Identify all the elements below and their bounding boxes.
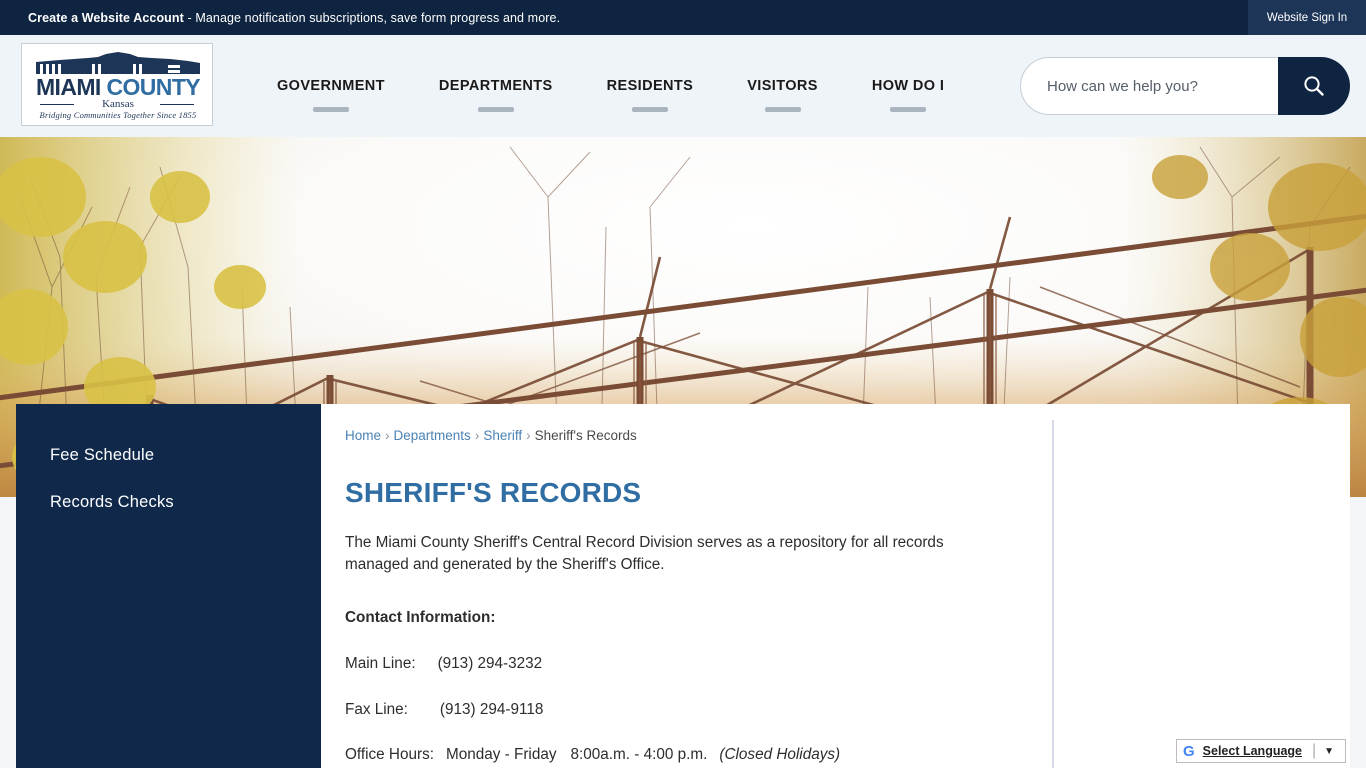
section-sidebar: Fee Schedule Records Checks (16, 404, 321, 768)
nav-item-residents[interactable]: RESIDENTS (580, 78, 721, 112)
site-search (1020, 57, 1350, 115)
office-hours-note: (Closed Holidays) (719, 746, 841, 763)
create-account-rest-text: - Manage notification subscriptions, sav… (183, 10, 561, 25)
main-line-value: (913) 294-3232 (437, 655, 543, 672)
website-sign-in-button[interactable]: Website Sign In (1248, 0, 1366, 35)
nav-item-government[interactable]: GOVERNMENT (250, 78, 412, 112)
nav-item-how-do-i[interactable]: HOW DO I (845, 78, 971, 112)
nav-label-how-do-i: HOW DO I (871, 78, 945, 94)
office-hours-label: Office Hours: (345, 746, 434, 763)
breadcrumb-item-home[interactable]: Home (345, 428, 381, 443)
nav-label-departments: DEPARTMENTS (438, 78, 553, 94)
nav-underline-visitors (764, 107, 801, 112)
search-input[interactable] (1020, 57, 1278, 115)
breadcrumb: Home › Departments › Sheriff › Sheriff's Recor… (345, 428, 637, 443)
select-language-label[interactable]: Select Language (1203, 744, 1302, 758)
logo-rule-right (160, 104, 194, 105)
main-navigation: GOVERNMENT DEPARTMENTS RESIDENTS VISITOR… (250, 35, 971, 137)
google-translate-widget[interactable]: G Select Language | ▼ (1176, 739, 1346, 763)
chevron-down-icon[interactable]: ▼ (1324, 746, 1334, 757)
fax-line-label: Fax Line: (345, 701, 408, 718)
nav-label-residents: RESIDENTS (606, 78, 694, 94)
main-line-label: Main Line: (345, 655, 416, 672)
fax-line-row: Fax Line: (913) 294-9118 (345, 701, 543, 719)
breadcrumb-separator-2: › (474, 428, 480, 443)
create-account-message[interactable]: Create a Website Account - Manage notifi… (28, 11, 560, 25)
nav-label-visitors: VISITORS (747, 78, 818, 94)
sidebar-item-records-checks[interactable]: Records Checks (16, 479, 321, 526)
breadcrumb-item-current: Sheriff's Records (534, 428, 637, 443)
logo-rule-left (40, 104, 74, 105)
logo-title-county: COUNTY (106, 74, 201, 100)
breadcrumb-separator-1: › (385, 428, 390, 443)
logo-title-miami: MIAMI (35, 74, 101, 100)
main-line-row: Main Line: (913) 294-3232 (345, 655, 542, 673)
search-button[interactable] (1278, 57, 1350, 115)
contact-information-heading: Contact Information: (345, 609, 496, 626)
nav-underline-how-do-i (890, 107, 927, 112)
logo-title: MIAMI COUNTY (22, 74, 212, 101)
nav-item-visitors[interactable]: VISITORS (720, 78, 845, 112)
nav-item-departments[interactable]: DEPARTMENTS (412, 78, 580, 112)
fax-line-value: (913) 294-9118 (439, 701, 544, 718)
intro-paragraph: The Miami County Sheriff's Central Recor… (345, 534, 944, 573)
office-hours-time: 8:00a.m. - 4:00 p.m. (570, 746, 708, 763)
search-icon (1304, 76, 1324, 96)
miami-county-logo[interactable]: MIAMI COUNTY Kansas Bridging Communities… (21, 43, 213, 126)
nav-underline-residents (631, 107, 668, 112)
nav-underline-departments (477, 107, 514, 112)
translate-separator: | (1312, 742, 1317, 759)
breadcrumb-item-sheriff[interactable]: Sheriff (483, 428, 522, 443)
courthouse-building-icon (36, 52, 200, 74)
logo-tagline: Bridging Communities Together Since 1855 (39, 110, 197, 120)
page-title: SHERIFF'S RECORDS (345, 477, 642, 508)
breadcrumb-separator-3: › (526, 428, 531, 443)
top-utility-bar: Create a Website Account - Manage notifi… (0, 0, 1366, 35)
website-sign-in-label: Website Sign In (1266, 11, 1348, 24)
sidebar-item-fee-schedule[interactable]: Fee Schedule (16, 432, 321, 479)
nav-label-government: GOVERNMENT (277, 78, 385, 94)
content-right-divider (1052, 420, 1054, 768)
google-logo-icon: G (1183, 742, 1195, 760)
office-hours-row: Office Hours: Monday - Friday 8:00a.m. - 4… (345, 746, 840, 764)
breadcrumb-item-departments[interactable]: Departments (394, 428, 471, 443)
office-hours-days: Monday - Friday (445, 746, 557, 763)
nav-underline-government (312, 107, 349, 112)
site-header: MIAMI COUNTY Kansas Bridging Communities… (0, 35, 1366, 137)
create-account-bold-text: Create a Website Account (28, 10, 184, 25)
